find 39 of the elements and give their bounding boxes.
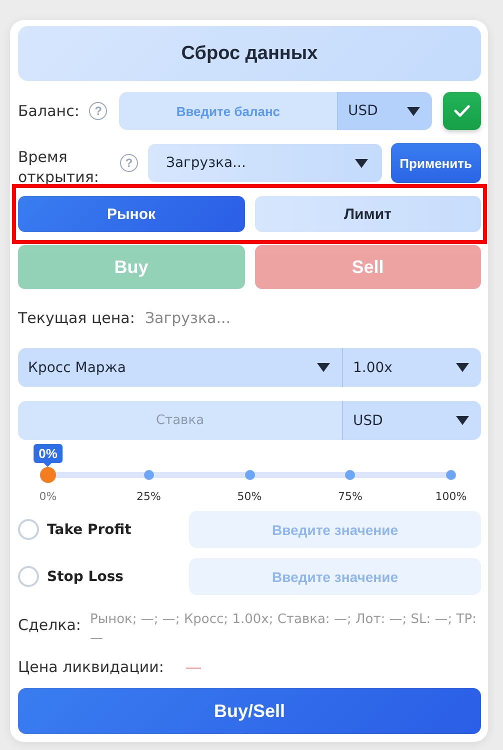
liquidation-price-label: Цена ликвидации: bbox=[18, 658, 164, 676]
tick-label: 75% bbox=[338, 490, 362, 503]
tick-label: 50% bbox=[237, 490, 262, 503]
tick-label: 25% bbox=[136, 490, 161, 503]
checkmark-icon bbox=[454, 105, 470, 117]
current-price-value: Загрузка... bbox=[144, 309, 231, 327]
margin-mode-select[interactable]: Кросс Маржа bbox=[18, 348, 342, 387]
caret-icon bbox=[317, 363, 330, 372]
open-time-select[interactable]: Загрузка... bbox=[148, 144, 382, 182]
deal-summary: Рынок; —; —; Кросс; 1.00x; Ставка: —; Лот: —; SL: —; TP: — bbox=[90, 611, 478, 648]
reset-button[interactable]: Сброс данных bbox=[18, 26, 481, 81]
balance-field[interactable]: Введите баланс bbox=[119, 92, 337, 130]
protection-label: Stop Loss bbox=[47, 568, 124, 584]
caret-icon bbox=[354, 158, 368, 168]
caret-icon bbox=[456, 363, 469, 372]
open-time-label: Время открытия: bbox=[18, 147, 100, 187]
current-price-label: Текущая цена: bbox=[18, 309, 135, 327]
currency-select[interactable]: USD bbox=[337, 92, 432, 130]
slider-thumb[interactable] bbox=[40, 467, 56, 483]
order-type-tab[interactable]: Рынок bbox=[18, 196, 244, 232]
caret-icon bbox=[407, 106, 420, 116]
tick-dot[interactable] bbox=[446, 470, 456, 480]
caret-icon bbox=[456, 416, 469, 425]
tick-label: 100% bbox=[435, 490, 467, 503]
stake-field[interactable]: Ставка bbox=[18, 401, 342, 440]
balance-label: Баланс: bbox=[18, 102, 80, 120]
apply-button[interactable]: Применить bbox=[390, 143, 481, 183]
currency-select[interactable]: USD bbox=[342, 401, 481, 440]
buy-sell-button[interactable]: Buy/Sell bbox=[18, 688, 481, 734]
order-type-tab[interactable]: Лимит bbox=[254, 196, 481, 232]
tick-dot[interactable] bbox=[345, 470, 356, 480]
liquidation-price-value: — bbox=[186, 658, 201, 676]
confirm-button[interactable] bbox=[443, 92, 481, 130]
deal-label: Сделка: bbox=[18, 616, 82, 634]
tick-dot[interactable] bbox=[144, 470, 154, 480]
protection-label: Take Profit bbox=[47, 522, 132, 538]
tick-dot[interactable] bbox=[244, 470, 254, 480]
leverage-select[interactable]: 1.00x bbox=[342, 348, 481, 387]
tick-label: 0% bbox=[39, 490, 57, 503]
